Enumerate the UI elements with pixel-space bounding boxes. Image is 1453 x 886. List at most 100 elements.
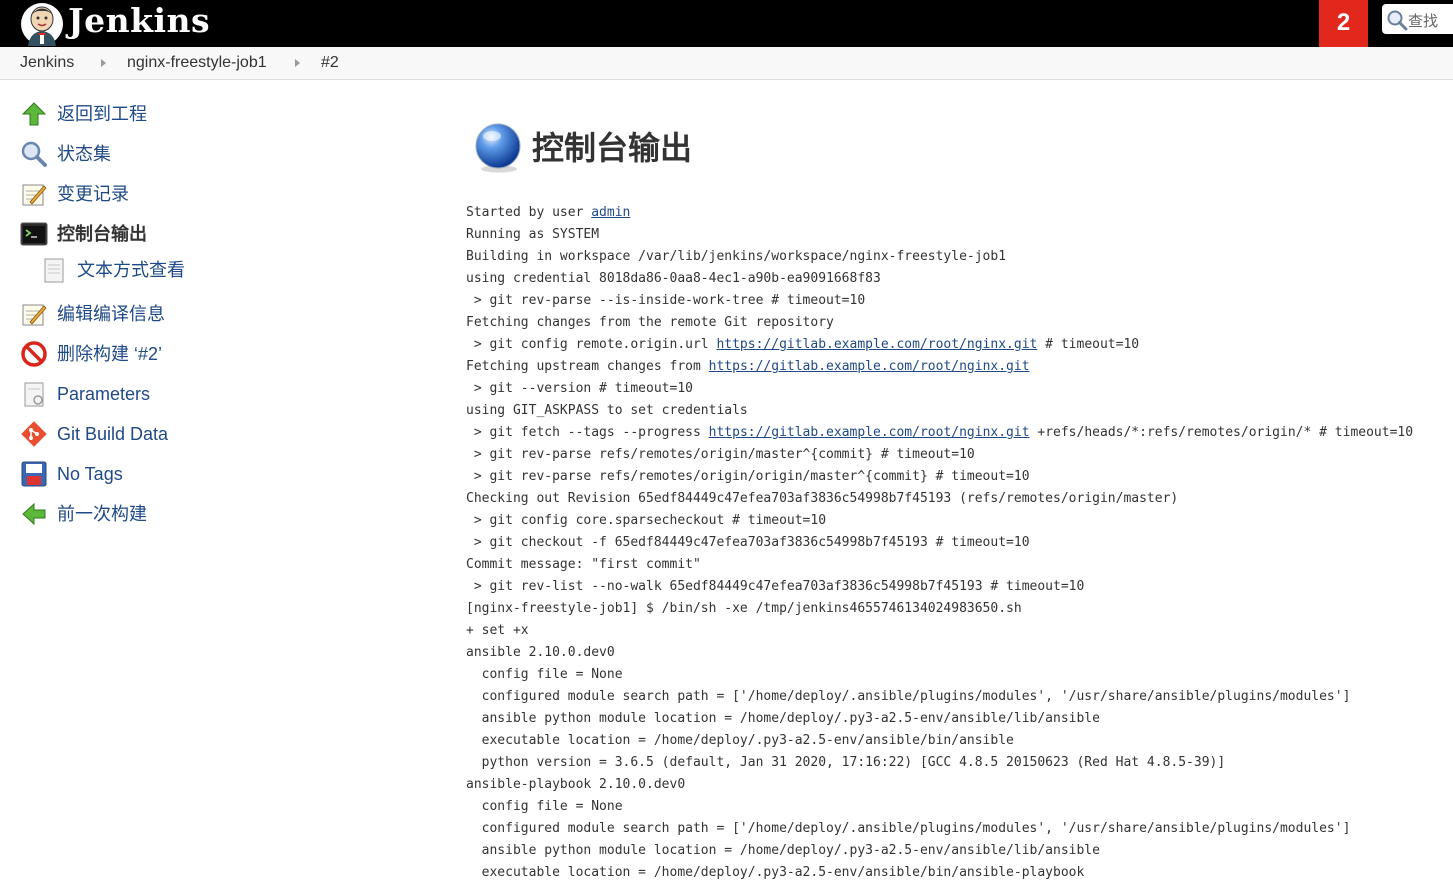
git-icon [21,421,47,447]
document-icon [44,258,64,283]
left-arrow-icon [22,502,46,526]
console-text: + set +x [466,623,529,638]
top-header: Jenkins 2 查找 [0,0,1453,47]
sidebar-item-label[interactable]: 编辑编译信息 [57,303,165,325]
console-line: Checking out Revision 65edf84449c47efea7… [466,488,1453,510]
console-line: > git rev-parse refs/remotes/origin/mast… [466,444,1453,466]
search-icon [1387,10,1408,31]
sidebar: 返回到工程 状态集 变更记录 控制台输出 文本方式查看 编辑编译信息 删除构建 … [0,80,420,886]
console-text: Fetching upstream changes from [466,359,709,374]
console-text: Running as SYSTEM [466,227,600,242]
console-text: config file = None [466,667,623,682]
console-text: # timeout=10 [1037,337,1140,352]
console-line: > git checkout -f 65edf84449c47efea703af… [466,532,1453,554]
console-text: python version = 3.6.5 (default, Jan 31 … [466,755,1226,770]
console-text: [nginx-freestyle-job1] $ /bin/sh -xe /tm… [466,601,1022,616]
document-icon [24,382,44,407]
breadcrumb-item-build[interactable]: #2 [321,54,339,72]
console-link[interactable]: admin [591,205,630,220]
console-text: > git rev-parse refs/remotes/origin/mast… [466,447,975,462]
console-line: Commit message: "first commit" [466,554,1453,576]
console-line: config file = None [466,664,1453,686]
console-line: Fetching changes from the remote Git rep… [466,312,1453,334]
jenkins-logo-text[interactable]: Jenkins [68,1,210,41]
console-text: ansible-playbook 2.10.0.dev0 [466,777,686,792]
console-text: executable location = /home/deploy/.py3-… [466,733,1014,748]
notification-badge[interactable]: 2 [1319,0,1368,47]
console-line: executable location = /home/deploy/.py3-… [466,862,1453,884]
console-text: ansible python module location = /home/d… [466,843,1100,858]
page-title: 控制台输出 [532,129,693,167]
console-text: ansible 2.10.0.dev0 [466,645,615,660]
sidebar-item-label[interactable]: 文本方式查看 [77,259,185,281]
console-text: using credential 8018da86-0aa8-4ec1-a90b… [466,271,881,286]
notepad-icon [22,304,47,326]
console-text: > git fetch --tags --progress [466,425,709,440]
console-line: configured module search path = ['/home/… [466,818,1453,840]
breadcrumb-item-job[interactable]: nginx-freestyle-job1 [127,54,267,72]
console-line: python version = 3.6.5 (default, Jan 31 … [466,752,1453,774]
console-line: ansible python module location = /home/d… [466,708,1453,730]
sidebar-item-label[interactable]: 变更记录 [57,183,129,205]
jenkins-butler-logo-icon[interactable] [20,2,64,46]
console-link[interactable]: https://gitlab.example.com/root/nginx.gi… [709,359,1030,374]
console-line: > git --version # timeout=10 [466,378,1453,400]
console-text: config file = None [466,799,623,814]
breadcrumb-separator-icon[interactable] [101,59,106,67]
console-line: Running as SYSTEM [466,224,1453,246]
console-line: + set +x [466,620,1453,642]
console-text: Commit message: "first commit" [466,557,701,572]
console-text: using GIT_ASKPASS to set credentials [466,403,748,418]
console-text: Building in workspace /var/lib/jenkins/w… [466,249,1007,264]
no-entry-icon [21,341,47,367]
console-line: Fetching upstream changes from https://g… [466,356,1453,378]
sidebar-item-label[interactable]: 删除构建 ‘#2’ [57,343,162,365]
console-link[interactable]: https://gitlab.example.com/root/nginx.gi… [709,425,1030,440]
console-output: Started by user admin Running as SYSTEM Bu… [466,202,1453,884]
console-text: configured module search path = ['/home/… [466,689,1351,704]
save-disk-icon [21,461,47,487]
terminal-icon [20,222,48,246]
sidebar-item-label[interactable]: Parameters [57,383,150,405]
console-text: > git rev-parse refs/remotes/origin/orig… [466,469,1030,484]
breadcrumb-item-jenkins[interactable]: Jenkins [20,54,74,72]
console-line: configured module search path = ['/home/… [466,686,1453,708]
console-text: configured module search path = ['/home/… [466,821,1351,836]
console-line: [nginx-freestyle-job1] $ /bin/sh -xe /tm… [466,598,1453,620]
search-input[interactable]: 查找 [1408,10,1438,31]
console-line: Started by user admin [466,202,1453,224]
console-text: > git checkout -f 65edf84449c47efea703af… [466,535,1030,550]
sidebar-item-label[interactable]: 状态集 [57,143,111,165]
console-text: > git rev-list --no-walk 65edf84449c47ef… [466,579,1085,594]
console-text: > git config remote.origin.url [466,337,717,352]
up-arrow-icon [21,102,47,126]
breadcrumb: Jenkins nginx-freestyle-job1 #2 [0,47,1453,80]
console-text: > git config core.sparsecheckout # timeo… [466,513,827,528]
console-text: > git rev-parse --is-inside-work-tree # … [466,293,866,308]
console-line: ansible 2.10.0.dev0 [466,642,1453,664]
console-line: config file = None [466,796,1453,818]
console-text: > git --version # timeout=10 [466,381,693,396]
sidebar-item-label[interactable]: 控制台输出 [57,223,147,245]
console-line: executable location = /home/deploy/.py3-… [466,730,1453,752]
console-line: > git rev-parse --is-inside-work-tree # … [466,290,1453,312]
console-text: executable location = /home/deploy/.py3-… [466,865,1085,880]
console-link[interactable]: https://gitlab.example.com/root/nginx.gi… [716,337,1037,352]
notepad-icon [22,184,47,206]
console-line: > git rev-list --no-walk 65edf84449c47ef… [466,576,1453,598]
console-line: ansible-playbook 2.10.0.dev0 [466,774,1453,796]
console-text: ansible python module location = /home/d… [466,711,1100,726]
console-text: +refs/heads/*:refs/remotes/origin/* # ti… [1029,425,1414,440]
search-box[interactable]: 查找 [1382,4,1453,34]
console-line: > git config core.sparsecheckout # timeo… [466,510,1453,532]
sidebar-item-label[interactable]: No Tags [57,463,123,485]
main-panel: 控制台输出 Started by user admin Running as SY… [466,80,1453,886]
console-line: Building in workspace /var/lib/jenkins/w… [466,246,1453,268]
sidebar-item-label[interactable]: Git Build Data [57,423,168,445]
sidebar-item-label[interactable]: 返回到工程 [57,103,147,125]
console-line: using credential 8018da86-0aa8-4ec1-a90b… [466,268,1453,290]
breadcrumb-separator-icon[interactable] [295,59,300,67]
console-text: Started by user [466,205,592,220]
console-line: > git rev-parse refs/remotes/origin/orig… [466,466,1453,488]
sidebar-item-label[interactable]: 前一次构建 [57,503,147,525]
